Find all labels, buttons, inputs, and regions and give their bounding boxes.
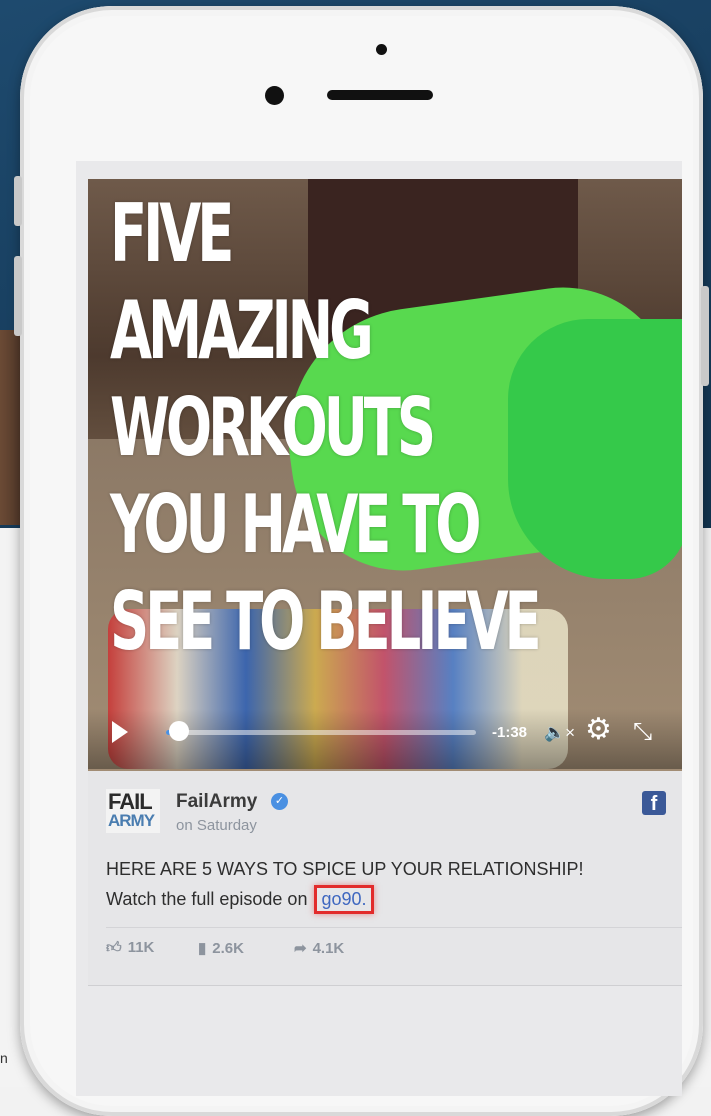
card-divider: [106, 927, 682, 928]
phone-volume-button: [14, 176, 22, 226]
likes-count: 11K: [127, 939, 155, 956]
headline-line: SEE TO BELIEVE: [110, 575, 542, 668]
highlight-box: go90.: [314, 885, 374, 914]
facebook-icon[interactable]: f: [642, 791, 666, 815]
video-headline: FIVE AMAZING WORKOUTS YOU HAVE TO SEE TO…: [110, 185, 542, 670]
post-card: FAIL ARMY FailArmy ✓ on Saturday f HERE …: [88, 771, 682, 986]
post-text-prefix: Watch the full episode on: [106, 889, 308, 909]
page-edge-text: n: [0, 1050, 8, 1066]
comment-icon: ▮: [198, 940, 207, 957]
verified-badge-icon: ✓: [271, 793, 288, 810]
headline-line: WORKOUTS: [110, 381, 436, 474]
gear-icon[interactable]: ⚙: [585, 715, 612, 745]
post-text-line1: HERE ARE 5 WAYS TO SPICE UP YOUR RELATIO…: [106, 859, 584, 879]
headline-line: AMAZING: [110, 284, 374, 377]
phone-screen: FIVE AMAZING WORKOUTS YOU HAVE TO SEE TO…: [76, 161, 682, 1096]
phone-frame: FIVE AMAZING WORKOUTS YOU HAVE TO SEE TO…: [14, 6, 709, 1116]
expand-icon[interactable]: ⤡: [633, 719, 652, 745]
go90-link[interactable]: go90.: [321, 889, 366, 909]
mute-icon[interactable]: 🔈×: [544, 723, 575, 743]
progress-scrubber-handle[interactable]: [169, 721, 189, 741]
time-remaining: -1:38: [492, 724, 528, 741]
post-text-line2: Watch the full episode on go90.: [106, 885, 374, 914]
thumbs-up-icon: 👍︎: [106, 939, 122, 956]
comments-count: 2.6K: [212, 940, 244, 957]
page-name-link[interactable]: FailArmy: [176, 791, 257, 813]
earpiece-speaker: [327, 90, 433, 100]
page-logo[interactable]: FAIL ARMY: [106, 789, 160, 833]
video-scene-legs: [508, 319, 682, 579]
headline-line: FIVE: [110, 187, 234, 280]
video-player[interactable]: FIVE AMAZING WORKOUTS YOU HAVE TO SEE TO…: [88, 179, 682, 771]
logo-text-army: ARMY: [108, 811, 155, 830]
shares-stat[interactable]: ➦ 4.1K: [294, 939, 344, 957]
shares-count: 4.1K: [312, 940, 345, 957]
progress-track[interactable]: [166, 730, 476, 735]
phone-power-button: [701, 286, 709, 386]
proximity-sensor: [376, 44, 387, 55]
phone-volume-button: [14, 256, 22, 336]
play-icon[interactable]: [112, 721, 128, 743]
share-arrow-icon: ➦: [294, 940, 307, 957]
comments-stat[interactable]: ▮ 2.6K: [198, 939, 244, 957]
likes-stat[interactable]: 👍︎ 11K: [106, 939, 154, 957]
post-timestamp[interactable]: on Saturday: [176, 817, 257, 834]
headline-line: YOU HAVE TO: [110, 478, 482, 571]
front-camera: [265, 86, 284, 105]
